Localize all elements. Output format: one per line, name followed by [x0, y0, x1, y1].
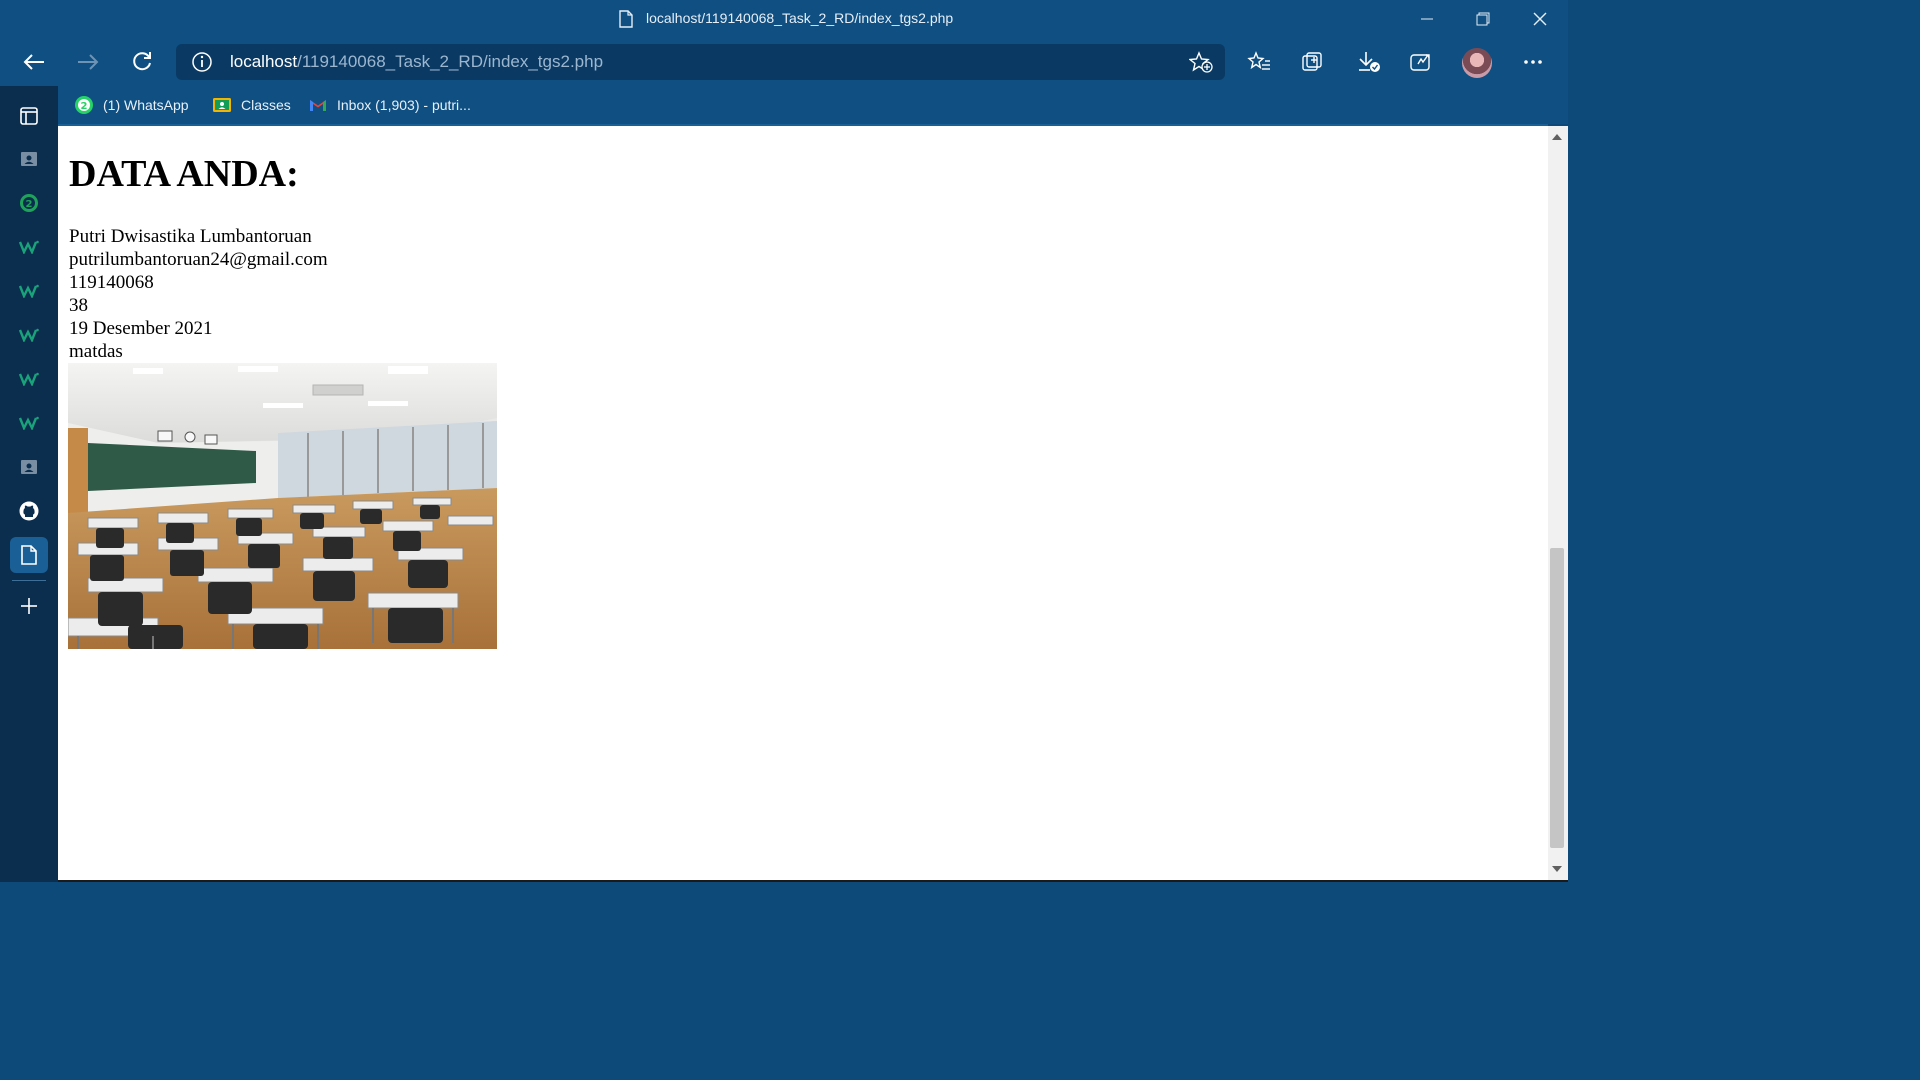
bookmarks-bar: 2 (1) WhatsApp Classes Inbox (1,903) - p…: [58, 86, 1568, 124]
nim-text: 119140068: [69, 272, 154, 293]
window-bottom-border: [58, 880, 1568, 882]
bookmark-label: Classes: [241, 97, 291, 113]
name-text: Putri Dwisastika Lumbantoruan: [69, 226, 312, 247]
minimize-button[interactable]: [1399, 0, 1455, 38]
refresh-icon: [133, 52, 151, 71]
svg-text:2: 2: [26, 199, 33, 210]
downloads-button[interactable]: [1351, 44, 1387, 80]
add-favorite-icon[interactable]: [1189, 51, 1213, 73]
sidebar-tab-w-4[interactable]: [10, 361, 48, 397]
date-text: 19 Desember 2021: [69, 318, 213, 339]
heart-pulse-icon: [1410, 54, 1430, 71]
sidebar-tab-classroom-2[interactable]: [10, 449, 48, 485]
w-logo-icon: [19, 284, 39, 298]
forward-button[interactable]: [70, 44, 106, 80]
bookmark-gmail[interactable]: Inbox (1,903) - putri...: [308, 94, 471, 116]
info-icon[interactable]: [192, 52, 212, 72]
plus-icon: [21, 598, 37, 614]
page-icon: [619, 10, 633, 28]
bookmark-whatsapp[interactable]: 2 (1) WhatsApp: [74, 94, 189, 116]
contact-card-icon: [21, 460, 37, 474]
refresh-button[interactable]: [124, 44, 160, 80]
settings-more-button[interactable]: [1515, 44, 1551, 80]
page-heading: DATA ANDA:: [69, 153, 299, 195]
bookmark-classes[interactable]: Classes: [212, 94, 291, 116]
data-list: Putri Dwisastika Lumbantoruan putrilumba…: [69, 225, 328, 363]
classroom-photo: [68, 363, 497, 649]
profile-avatar[interactable]: [1462, 48, 1492, 78]
sidebar-tab-github[interactable]: [10, 493, 48, 529]
vertical-scrollbar[interactable]: [1548, 126, 1568, 880]
address-bar[interactable]: localhost/119140068_Task_2_RD/index_tgs2…: [176, 44, 1225, 80]
close-button[interactable]: [1512, 0, 1568, 38]
url-host: localhost: [230, 52, 298, 71]
close-icon: [1533, 12, 1547, 26]
number-text: 38: [69, 295, 88, 316]
tab-actions-button[interactable]: [10, 98, 48, 134]
performance-button[interactable]: [1403, 44, 1439, 80]
sidebar-tab-w-1[interactable]: [10, 229, 48, 265]
arrow-right-icon: [78, 54, 99, 70]
gmail-icon: [310, 100, 326, 111]
url-path: /119140068_Task_2_RD/index_tgs2.php: [297, 52, 604, 71]
scroll-up-arrow-icon[interactable]: [1552, 134, 1562, 140]
tab-panel-icon: [20, 107, 38, 125]
sidebar-divider: [12, 580, 46, 581]
page-content: DATA ANDA: Putri Dwisastika Lumbantoruan…: [58, 124, 1548, 882]
w-logo-icon: [19, 328, 39, 342]
minimize-icon: [1421, 18, 1433, 20]
course-text: matdas: [69, 341, 123, 362]
sidebar-tab-whatsapp[interactable]: 2: [10, 185, 48, 221]
new-tab-button[interactable]: [10, 588, 48, 624]
sidebar-tab-w-5[interactable]: [10, 405, 48, 441]
restore-button[interactable]: [1455, 0, 1511, 38]
sidebar-tab-w-2[interactable]: [10, 273, 48, 309]
restore-icon: [1476, 12, 1490, 26]
page-icon: [21, 545, 37, 565]
email-text: putrilumbantoruan24@gmail.com: [69, 249, 328, 270]
w-logo-icon: [19, 416, 39, 430]
url-text[interactable]: localhost/119140068_Task_2_RD/index_tgs2…: [230, 52, 603, 72]
vertical-tabs-sidebar: 2: [0, 86, 58, 882]
bookmark-label: Inbox (1,903) - putri...: [337, 97, 471, 113]
google-classroom-icon: [213, 98, 231, 112]
github-icon: [19, 501, 39, 521]
favorites-icon: [1247, 51, 1270, 70]
scroll-thumb[interactable]: [1550, 548, 1564, 848]
arrow-left-icon: [23, 54, 44, 70]
sidebar-tab-current-page[interactable]: [10, 537, 48, 573]
scroll-down-arrow-icon[interactable]: [1552, 866, 1562, 872]
back-button[interactable]: [16, 44, 52, 80]
browser-toolbar: localhost/119140068_Task_2_RD/index_tgs2…: [0, 38, 1568, 86]
contact-card-icon: [21, 152, 37, 166]
sidebar-tab-w-3[interactable]: [10, 317, 48, 353]
more-icon: [1524, 60, 1542, 64]
collections-icon: [1302, 52, 1322, 71]
w-logo-icon: [19, 240, 39, 254]
collections-button[interactable]: [1295, 44, 1331, 80]
whatsapp-icon: 2: [20, 194, 38, 212]
bookmark-label: (1) WhatsApp: [103, 97, 189, 113]
favorites-button[interactable]: [1241, 44, 1277, 80]
sidebar-tab-classroom-1[interactable]: [10, 141, 48, 177]
download-icon: [1359, 52, 1380, 72]
window-title: localhost/119140068_Task_2_RD/index_tgs2…: [646, 10, 954, 26]
w-logo-icon: [19, 372, 39, 386]
svg-text:2: 2: [81, 101, 88, 112]
title-bar: localhost/119140068_Task_2_RD/index_tgs2…: [0, 0, 1568, 38]
whatsapp-icon: 2: [75, 96, 93, 114]
